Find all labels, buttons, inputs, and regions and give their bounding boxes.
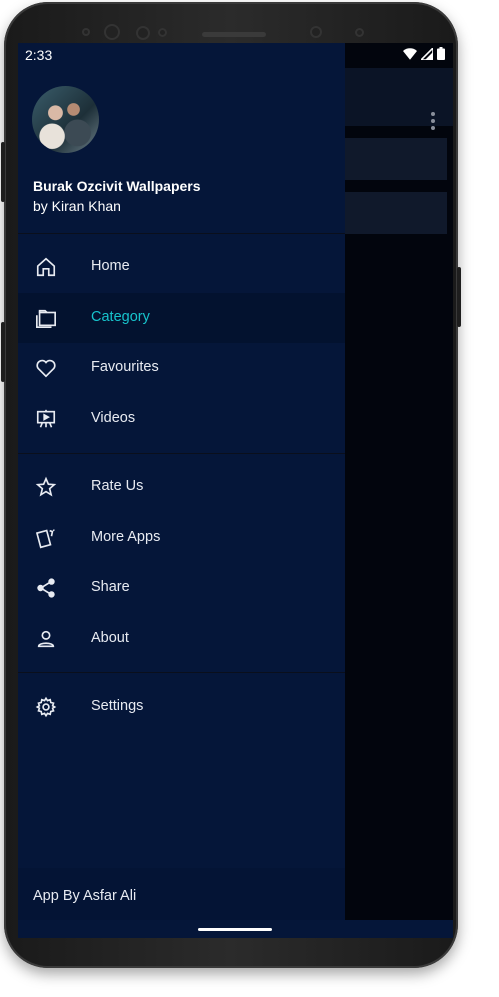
menu-item-label: About (91, 630, 129, 646)
app-toolbar-dimmed (345, 68, 453, 130)
videos-icon (36, 409, 56, 428)
menu-item-category[interactable]: Category (18, 293, 345, 343)
menu-item-label: Category (91, 309, 150, 325)
navigation-drawer: Burak Ozcivit Wallpapers by Kiran Khan H… (18, 43, 345, 920)
phone-frame: Burak Ozcivit Wallpapers by Kiran Khan H… (1, 2, 461, 968)
status-bar: 2:33 (18, 43, 453, 68)
menu-item-home[interactable]: Home (18, 242, 345, 292)
person-icon (37, 630, 55, 648)
avatar[interactable] (32, 86, 99, 153)
power-button (457, 267, 461, 327)
star-icon (35, 476, 57, 497)
gear-icon (35, 696, 57, 718)
more-apps-icon (35, 529, 55, 549)
app-author: by Kiran Khan (33, 198, 121, 214)
divider (18, 233, 345, 234)
front-sensor (82, 28, 90, 36)
list-card-dimmed (345, 192, 447, 234)
menu-item-label: Home (91, 258, 130, 274)
footer-credit: App By Asfar Ali (33, 888, 137, 904)
system-nav-bar (18, 920, 453, 938)
menu-item-label: Favourites (91, 359, 159, 375)
status-icons (403, 47, 445, 60)
menu-item-about[interactable]: About (18, 614, 345, 664)
front-sensor (136, 26, 150, 40)
menu-item-rate-us[interactable]: Rate Us (18, 462, 345, 512)
menu-item-label: Videos (91, 410, 136, 426)
menu-item-label: Settings (91, 698, 144, 714)
front-sensor (104, 24, 120, 40)
screen: Burak Ozcivit Wallpapers by Kiran Khan H… (18, 43, 453, 938)
menu-item-label: More Apps (91, 529, 161, 545)
wifi-icon (403, 47, 417, 60)
signal-icon (421, 47, 433, 60)
top-bezel (18, 14, 453, 44)
menu-item-videos[interactable]: Videos (18, 394, 345, 444)
menu-item-label: Share (91, 579, 130, 595)
list-card-dimmed (345, 138, 447, 180)
earpiece-speaker (202, 32, 266, 37)
divider (18, 453, 345, 454)
menu-item-share[interactable]: Share (18, 563, 345, 613)
menu-item-label: Rate Us (91, 478, 144, 494)
heart-icon (36, 359, 56, 378)
share-icon (37, 578, 55, 598)
drawer-footer: App By Asfar Ali (18, 868, 345, 920)
volume-button (1, 142, 5, 202)
drawer-header: Burak Ozcivit Wallpapers by Kiran Khan (18, 68, 345, 233)
menu-item-favourites[interactable]: Favourites (18, 343, 345, 393)
more-vertical-icon (431, 112, 435, 130)
category-icon (36, 309, 56, 328)
front-camera (310, 26, 322, 38)
bixby-button (1, 322, 5, 382)
front-sensor (355, 28, 364, 37)
home-gesture-pill[interactable] (198, 928, 272, 931)
status-time: 2:33 (25, 47, 53, 63)
menu-item-settings[interactable]: Settings (18, 682, 345, 732)
home-icon (36, 257, 56, 277)
battery-icon (437, 47, 445, 60)
menu-item-more-apps[interactable]: More Apps (18, 513, 345, 563)
divider (18, 672, 345, 673)
front-sensor (158, 28, 167, 37)
app-title: Burak Ozcivit Wallpapers (33, 178, 201, 194)
